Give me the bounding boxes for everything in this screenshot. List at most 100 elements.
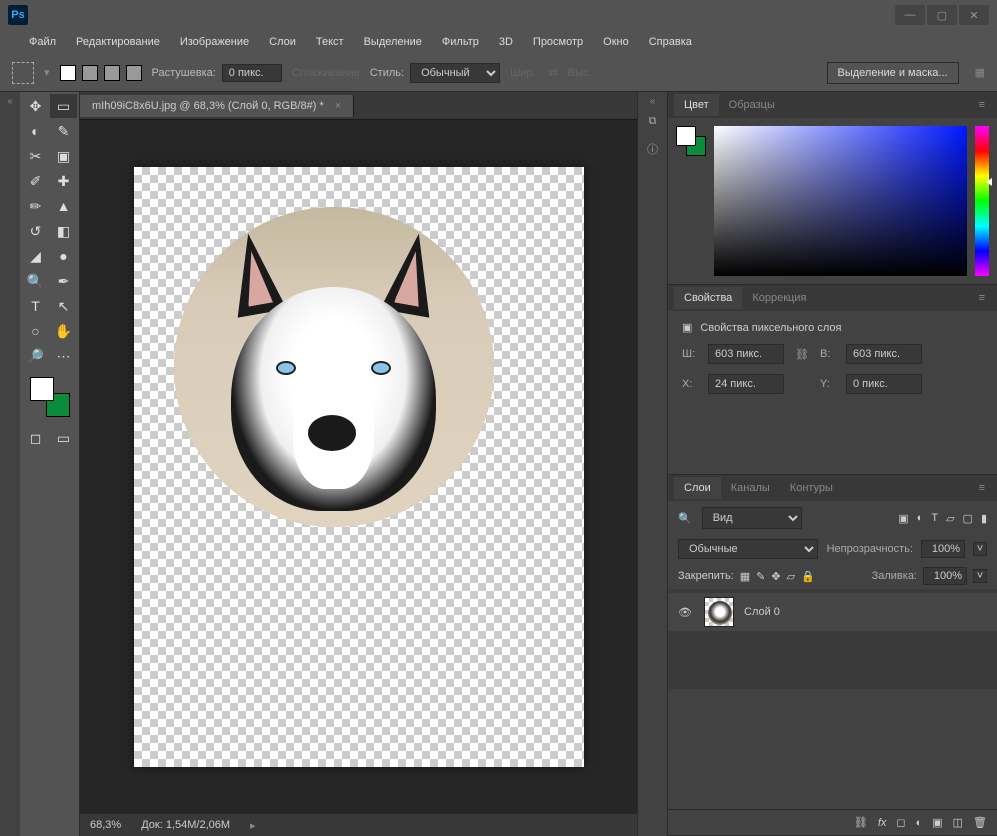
quick-mask-tool[interactable]: ◻ [22,426,49,450]
width-prop-input[interactable] [708,344,784,364]
menu-file[interactable]: Файл [20,33,65,51]
tab-swatches[interactable]: Образцы [719,94,785,116]
eraser-tool[interactable]: ◧ [50,219,77,243]
link-dims-icon[interactable]: ⛓ [792,348,812,361]
layer-item[interactable]: 👁 Слой 0 [668,593,997,631]
lock-pixels-icon[interactable]: ✎ [756,570,765,583]
quick-select-tool[interactable]: ✎ [50,119,77,143]
filter-smart-icon[interactable]: ▢ [963,512,973,525]
move-tool[interactable]: ✥ [22,94,49,118]
history-brush-tool[interactable]: ↺ [22,219,49,243]
menu-image[interactable]: Изображение [171,33,258,51]
selection-sub-icon[interactable] [104,65,120,81]
menu-view[interactable]: Просмотр [524,33,592,51]
panel-menu-icon[interactable]: ≡ [973,99,991,111]
tab-adjustments[interactable]: Коррекция [742,287,816,309]
shape-tool[interactable]: ○ [22,319,49,343]
maximize-button[interactable]: ▢ [927,5,957,25]
fill-dropdown-icon[interactable]: ˅ [973,569,987,583]
tab-paths[interactable]: Контуры [780,477,843,499]
type-tool[interactable]: T [22,294,49,318]
selection-int-icon[interactable] [126,65,142,81]
menu-edit[interactable]: Редактирование [67,33,169,51]
hue-slider[interactable] [975,126,989,276]
lock-artboard-icon[interactable]: ▱ [787,570,795,583]
heal-tool[interactable]: ✚ [50,169,77,193]
opacity-dropdown-icon[interactable]: ˅ [973,542,987,556]
hand-tool[interactable]: ✋ [50,319,77,343]
panel-menu-icon[interactable]: ≡ [973,482,991,494]
menu-3d[interactable]: 3D [490,33,522,51]
options-overflow-icon[interactable]: ▦ [975,66,985,79]
tab-channels[interactable]: Каналы [721,477,780,499]
tab-properties[interactable]: Свойства [674,287,742,309]
menu-layer[interactable]: Слои [260,33,305,51]
blur-tool[interactable]: ● [50,244,77,268]
delete-layer-icon[interactable]: 🗑 [973,816,987,829]
layer-filter-select[interactable]: Вид [702,507,802,529]
canvas[interactable] [134,167,584,767]
document-tab[interactable]: mIh09iC8x6U.jpg @ 68,3% (Слой 0, RGB/8#)… [80,95,354,117]
lock-position-icon[interactable]: ✥ [771,570,780,583]
layer-mask-icon[interactable]: ◻ [896,816,905,829]
blend-mode-select[interactable]: Обычные [678,539,818,559]
menu-select[interactable]: Выделение [355,33,431,51]
screen-mode-tool[interactable]: ▭ [50,426,77,450]
group-icon[interactable]: ▣ [932,816,942,829]
stamp-tool[interactable]: ▲ [50,194,77,218]
crop-tool[interactable]: ✂ [22,144,49,168]
layer-thumbnail[interactable] [704,597,734,627]
layer-name[interactable]: Слой 0 [744,606,780,618]
close-button[interactable]: ✕ [959,5,989,25]
lasso-tool[interactable]: ◐ [22,119,49,143]
selection-add-icon[interactable] [82,65,98,81]
active-tool-icon[interactable] [12,62,34,84]
minimize-button[interactable]: — [895,5,925,25]
x-prop-input[interactable] [708,374,784,394]
marquee-tool[interactable]: ▭ [50,94,77,118]
lock-all-icon[interactable]: 🔒 [801,570,815,583]
gradient-tool[interactable]: ◢ [22,244,49,268]
style-select[interactable]: Обычный [410,63,500,83]
menu-type[interactable]: Текст [307,33,353,51]
tab-color[interactable]: Цвет [674,94,719,116]
opacity-input[interactable] [921,540,965,558]
pen-tool[interactable]: ✒ [50,269,77,293]
zoom-tool[interactable]: 🔎 [22,344,49,368]
color-swatch[interactable] [30,377,70,417]
brush-tool[interactable]: ✏ [22,194,49,218]
height-prop-input[interactable] [846,344,922,364]
menu-help[interactable]: Справка [640,33,701,51]
close-tab-icon[interactable]: × [335,100,341,112]
tab-layers[interactable]: Слои [674,477,721,499]
zoom-level[interactable]: 68,3% [90,819,121,831]
filter-toggle-icon[interactable]: ▮ [981,512,987,525]
path-select-tool[interactable]: ↖ [50,294,77,318]
selection-new-icon[interactable] [60,65,76,81]
dodge-tool[interactable]: 🔍 [22,269,49,293]
collapse-rail-icon[interactable]: « [7,96,13,107]
collapse-mid-rail-icon[interactable]: « [650,96,656,107]
fill-input[interactable] [923,567,967,585]
feather-input[interactable] [222,64,282,82]
filter-pixel-icon[interactable]: ▣ [898,512,908,525]
color-field[interactable] [714,126,967,276]
y-prop-input[interactable] [846,374,922,394]
panel-menu-icon[interactable]: ≡ [973,292,991,304]
visibility-icon[interactable]: 👁 [678,606,694,619]
layer-fx-icon[interactable]: fx [878,817,887,829]
panel-color-swatch[interactable] [676,126,706,156]
filter-adjust-icon[interactable]: ◐ [917,512,924,525]
menu-window[interactable]: Окно [594,33,638,51]
filter-shape-icon[interactable]: ▱ [946,512,954,525]
filter-type-icon[interactable]: T [931,512,938,525]
edit-toolbar[interactable]: ⋯ [50,344,77,368]
lock-transparent-icon[interactable]: ▦ [740,570,750,583]
menu-filter[interactable]: Фильтр [433,33,488,51]
history-icon[interactable]: ⧉ [641,109,665,133]
new-layer-icon[interactable]: ◫ [953,816,963,829]
link-layers-icon[interactable]: ⛓ [854,816,868,829]
select-and-mask-button[interactable]: Выделение и маска... [827,62,959,84]
adjustment-layer-icon[interactable]: ◐ [916,817,923,829]
frame-tool[interactable]: ▣ [50,144,77,168]
